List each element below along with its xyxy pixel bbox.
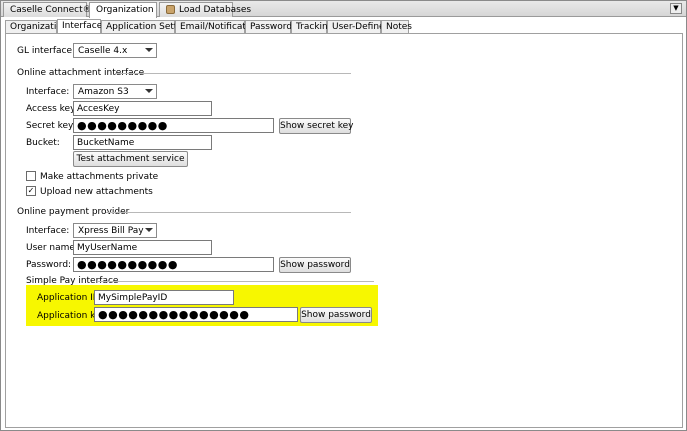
application-key-input[interactable]: ●●●●●●●●●●●●●●● bbox=[94, 307, 298, 322]
attachment-interface-select[interactable]: Amazon S3 bbox=[73, 84, 157, 99]
app-window: Caselle Connect® Organization✕ Load Data… bbox=[0, 0, 687, 431]
tab-label: Notes bbox=[386, 22, 412, 32]
bucket-label: Bucket: bbox=[26, 138, 60, 148]
password-input[interactable]: ●●●●●●●●●● bbox=[73, 257, 274, 272]
tab-email-notifications[interactable]: Email/Notifications bbox=[175, 20, 264, 34]
test-attachment-service-button[interactable]: Test attachment service bbox=[73, 151, 188, 167]
attachment-group-divider bbox=[115, 73, 351, 74]
payment-interface-value: Xpress Bill Pay bbox=[78, 226, 144, 236]
upload-new-attachments-label: Upload new attachments bbox=[40, 187, 153, 197]
make-attachments-private-label: Make attachments private bbox=[40, 172, 159, 182]
show-secret-key-button[interactable]: Show secret key bbox=[279, 118, 354, 134]
tab-notes[interactable]: Notes bbox=[381, 20, 412, 34]
payment-interface-select[interactable]: Xpress Bill Pay bbox=[73, 223, 157, 238]
gl-interface-select[interactable]: Caselle 4.x bbox=[73, 43, 157, 58]
application-id-label: Application ID: bbox=[37, 293, 103, 303]
upload-new-attachments-checkbox[interactable]: ✓ bbox=[26, 186, 36, 196]
doctab-load-databases[interactable]: Load Databases bbox=[159, 2, 251, 17]
secret-key-label: Secret key: bbox=[26, 121, 76, 131]
bucket-input[interactable]: BucketName bbox=[73, 135, 212, 150]
simple-pay-group-divider bbox=[97, 281, 374, 282]
gl-interface-value: Caselle 4.x bbox=[78, 46, 128, 56]
tab-application-settings[interactable]: Application Settings bbox=[101, 20, 196, 34]
username-input[interactable]: MyUserName bbox=[73, 240, 212, 255]
chevron-down-icon bbox=[145, 48, 153, 52]
doctab-organization[interactable]: Organization✕ bbox=[89, 2, 169, 18]
username-label: User name: bbox=[26, 243, 78, 253]
tab-interfaces[interactable]: Interfaces bbox=[57, 19, 107, 34]
tab-organization[interactable]: Organization bbox=[5, 20, 68, 34]
access-key-label: Access key: bbox=[26, 104, 78, 114]
checkmark-icon: ✓ bbox=[27, 186, 35, 195]
attachment-interface-label: Interface: bbox=[26, 87, 70, 97]
tab-tracking[interactable]: Tracking bbox=[291, 20, 333, 34]
tab-passwords[interactable]: Passwords bbox=[245, 20, 297, 34]
show-password-button[interactable]: Show password bbox=[279, 257, 351, 273]
tab-label: Passwords bbox=[250, 22, 297, 32]
secret-key-input[interactable]: ●●●●●●●●● bbox=[73, 118, 274, 133]
make-attachments-private-checkbox[interactable] bbox=[26, 171, 36, 181]
database-icon bbox=[166, 5, 175, 14]
attachment-interface-value: Amazon S3 bbox=[78, 87, 129, 97]
tab-menu-chevron-down-icon[interactable]: ▼ bbox=[670, 3, 682, 14]
chevron-down-icon bbox=[145, 89, 153, 93]
doctab-caselle-connect[interactable]: Caselle Connect® bbox=[3, 2, 92, 17]
tab-user-defined[interactable]: User-Defined bbox=[327, 20, 390, 34]
payment-group-divider bbox=[106, 212, 351, 213]
gl-interface-label: GL interface: bbox=[17, 46, 76, 56]
access-key-input[interactable]: AccesKey bbox=[73, 101, 212, 116]
application-id-input[interactable]: MySimplePayID bbox=[94, 290, 234, 305]
doctab-label: Caselle Connect® bbox=[10, 5, 92, 15]
payment-interface-label: Interface: bbox=[26, 226, 70, 236]
document-tab-bar: Caselle Connect® Organization✕ Load Data… bbox=[1, 1, 686, 18]
password-label: Password: bbox=[26, 260, 72, 270]
chevron-down-icon bbox=[145, 228, 153, 232]
show-application-key-button[interactable]: Show password bbox=[300, 307, 372, 323]
doctab-label: Load Databases bbox=[179, 5, 252, 15]
doctab-label: Organization bbox=[96, 5, 154, 15]
